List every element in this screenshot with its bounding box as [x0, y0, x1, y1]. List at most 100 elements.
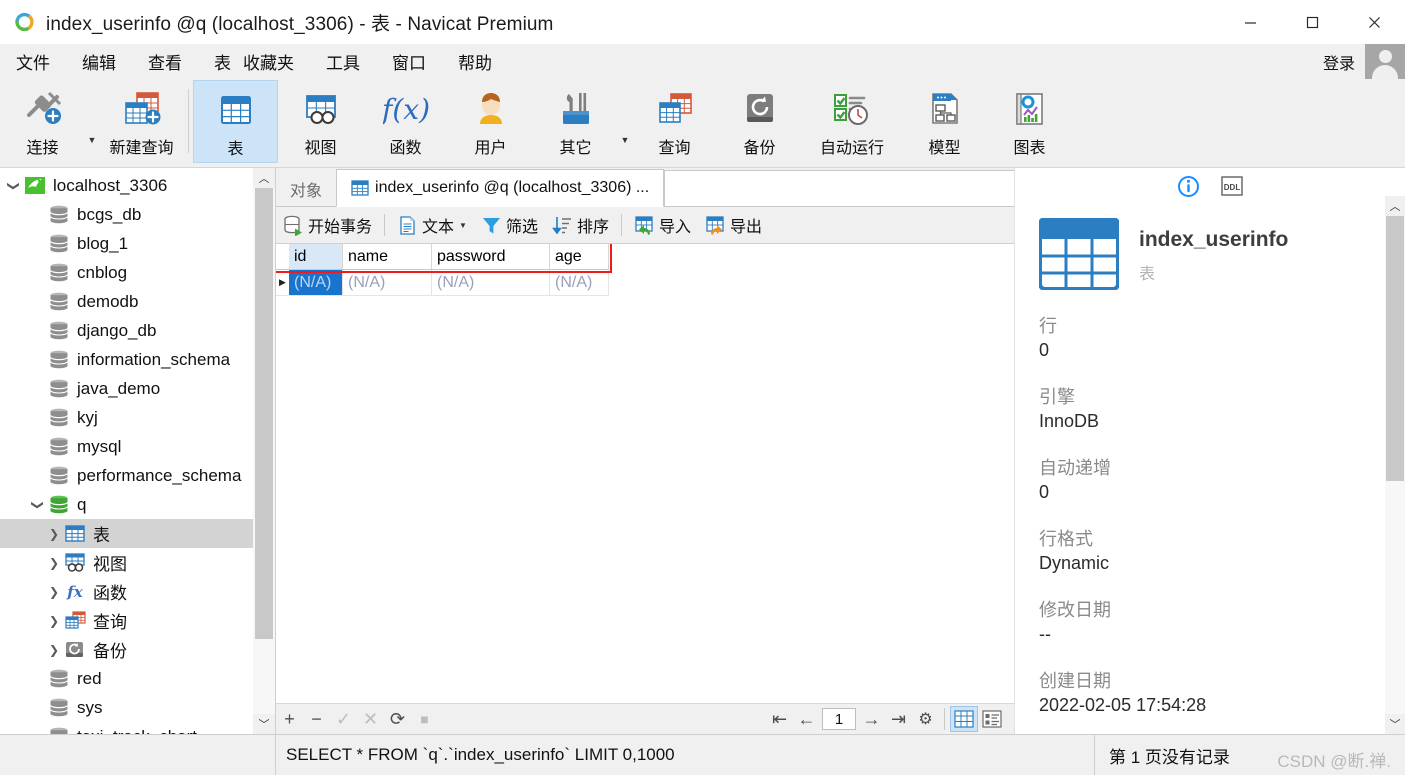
- sort-button[interactable]: 排序: [545, 210, 616, 240]
- menu-edit[interactable]: 编辑: [66, 47, 132, 76]
- tab-objects[interactable]: 对象: [276, 171, 337, 206]
- export-button[interactable]: 导出: [698, 210, 769, 240]
- tree-node-django_db[interactable]: · django_db: [0, 316, 275, 345]
- chevron-down-icon[interactable]: ❯: [7, 176, 21, 196]
- info-tab-icon[interactable]: [1176, 174, 1201, 199]
- tree-node-demodb[interactable]: · demodb: [0, 287, 275, 316]
- close-button[interactable]: [1343, 0, 1405, 44]
- grid-cell[interactable]: (N/A): [289, 270, 343, 296]
- tree-node-[interactable]: ❯ 视图: [0, 548, 275, 577]
- ribbon-button-view[interactable]: 视图: [278, 80, 363, 163]
- grid-column-header[interactable]: password: [432, 244, 550, 270]
- tree-node-performance_schema[interactable]: · performance_schema: [0, 461, 275, 490]
- ribbon-button-chart[interactable]: 图表: [987, 80, 1072, 163]
- ribbon-button-table[interactable]: 表: [193, 80, 278, 163]
- tree-node-bcgs_db[interactable]: · bcgs_db: [0, 200, 275, 229]
- menu-help[interactable]: 帮助: [442, 47, 508, 76]
- tree-node-[interactable]: ❯ 查询: [0, 606, 275, 635]
- grid-view-icon[interactable]: [950, 706, 978, 732]
- chevron-right-icon[interactable]: ❯: [44, 527, 64, 541]
- chevron-down-icon[interactable]: ▼: [459, 221, 467, 230]
- ribbon-button-user[interactable]: 用户: [448, 80, 533, 163]
- apply-changes-button[interactable]: ✓: [330, 706, 357, 732]
- grid-row[interactable]: ▶ (N/A) (N/A) (N/A) (N/A): [276, 270, 1014, 296]
- tab-index-userinfo[interactable]: index_userinfo @q (localhost_3306) ...: [336, 169, 665, 207]
- sidebar-scrollbar[interactable]: ︿ ﹀: [253, 168, 275, 734]
- avatar[interactable]: [1365, 44, 1405, 79]
- menu-file[interactable]: 文件: [0, 47, 66, 76]
- text-button[interactable]: 文本 ▼: [390, 210, 474, 240]
- grid-column-header[interactable]: id: [289, 244, 343, 270]
- tree-node-q[interactable]: ❯ q: [0, 490, 275, 519]
- grid-column-header[interactable]: name: [343, 244, 432, 270]
- tree-node-mysql[interactable]: · mysql: [0, 432, 275, 461]
- menu-tools[interactable]: 工具: [310, 47, 376, 76]
- tree-node-red[interactable]: · red: [0, 664, 275, 693]
- ddl-tab-icon[interactable]: DDL: [1219, 174, 1244, 199]
- login-link[interactable]: 登录: [1313, 50, 1365, 74]
- tree-node-cnblog[interactable]: · cnblog: [0, 258, 275, 287]
- tree-node-java_demo[interactable]: · java_demo: [0, 374, 275, 403]
- import-button[interactable]: 导入: [627, 210, 698, 240]
- tree-node-sys[interactable]: · sys: [0, 693, 275, 722]
- form-view-icon[interactable]: [978, 706, 1006, 732]
- cancel-changes-button[interactable]: ✕: [357, 706, 384, 732]
- grid-cell[interactable]: (N/A): [343, 270, 432, 296]
- minimize-button[interactable]: [1219, 0, 1281, 44]
- ribbon-button-query[interactable]: 查询: [632, 80, 717, 163]
- previous-page-button[interactable]: ←: [793, 706, 820, 732]
- tree-node-[interactable]: ❯ 备份: [0, 635, 275, 664]
- maximize-button[interactable]: [1281, 0, 1343, 44]
- tree-node-[interactable]: ❯ fx 函数: [0, 577, 275, 606]
- connection-dropdown-caret-icon[interactable]: ▼: [85, 135, 99, 145]
- refresh-button[interactable]: ⟳: [384, 706, 411, 732]
- info-scroll-up-icon[interactable]: ︿: [1385, 196, 1405, 216]
- ribbon-button-function[interactable]: f(x) 函数: [363, 80, 448, 163]
- ribbon-button-model[interactable]: 模型: [902, 80, 987, 163]
- menu-window[interactable]: 窗口: [376, 47, 442, 76]
- filter-button[interactable]: 筛选: [474, 210, 545, 240]
- last-page-button[interactable]: ⇥: [885, 706, 912, 732]
- menu-favorites[interactable]: 收藏夹: [237, 47, 310, 76]
- tree-node-taxi_track_chart[interactable]: · taxi_track_chart: [0, 722, 275, 734]
- grid-cell[interactable]: (N/A): [550, 270, 609, 296]
- tree-node-information_schema[interactable]: · information_schema: [0, 345, 275, 374]
- info-pane-scrollbar[interactable]: ︿ ﹀: [1385, 196, 1405, 734]
- ribbon-button-connection[interactable]: 连接: [0, 80, 85, 163]
- tree-node-kyj[interactable]: · kyj: [0, 403, 275, 432]
- navicat-logo-icon: [12, 9, 38, 35]
- other-dropdown-caret-icon[interactable]: ▼: [618, 135, 632, 145]
- menu-view[interactable]: 查看: [132, 47, 198, 76]
- tree-node-[interactable]: ❯ 表: [0, 519, 275, 548]
- ribbon-button-other[interactable]: 其它: [533, 80, 618, 163]
- menu-table[interactable]: 表: [198, 47, 237, 76]
- ribbon-button-backup[interactable]: 备份: [717, 80, 802, 163]
- next-page-button[interactable]: →: [858, 706, 885, 732]
- chevron-down-icon[interactable]: ❯: [31, 495, 45, 515]
- chevron-right-icon[interactable]: ❯: [44, 643, 64, 657]
- sidebar-scroll-thumb[interactable]: [255, 188, 273, 639]
- sidebar-scroll-down-icon[interactable]: ﹀: [253, 714, 275, 734]
- ribbon-button-automation[interactable]: 自动运行: [802, 80, 902, 163]
- chevron-right-icon[interactable]: ❯: [44, 556, 64, 570]
- info-scroll-thumb[interactable]: [1386, 216, 1404, 481]
- info-table-name: index_userinfo: [1139, 228, 1289, 251]
- begin-transaction-button[interactable]: 开始事务: [276, 210, 379, 240]
- grid-settings-button[interactable]: ⚙: [912, 706, 939, 732]
- sidebar-scroll-up-icon[interactable]: ︿: [253, 168, 275, 188]
- tree-node-blog_1[interactable]: · blog_1: [0, 229, 275, 258]
- grid-column-header[interactable]: age: [550, 244, 609, 270]
- window-title: index_userinfo @q (localhost_3306) - 表 -…: [46, 13, 554, 35]
- stop-button[interactable]: ■: [411, 706, 438, 732]
- ribbon-toolbar: 连接 ▼ 新建查询 表 视图 f(x) 函数 用户 其它 ▼ 查询 备份 自动运…: [0, 80, 1405, 168]
- tree-node-localhost_3306[interactable]: ❯ localhost_3306: [0, 171, 275, 200]
- add-record-button[interactable]: +: [276, 706, 303, 732]
- ribbon-button-new-query[interactable]: 新建查询: [99, 80, 184, 163]
- page-number-input[interactable]: 1: [822, 708, 856, 730]
- chevron-right-icon[interactable]: ❯: [44, 614, 64, 628]
- grid-cell[interactable]: (N/A): [432, 270, 550, 296]
- delete-record-button[interactable]: −: [303, 706, 330, 732]
- first-page-button[interactable]: ⇤: [766, 706, 793, 732]
- chevron-right-icon[interactable]: ❯: [44, 585, 64, 599]
- info-scroll-down-icon[interactable]: ﹀: [1385, 714, 1405, 734]
